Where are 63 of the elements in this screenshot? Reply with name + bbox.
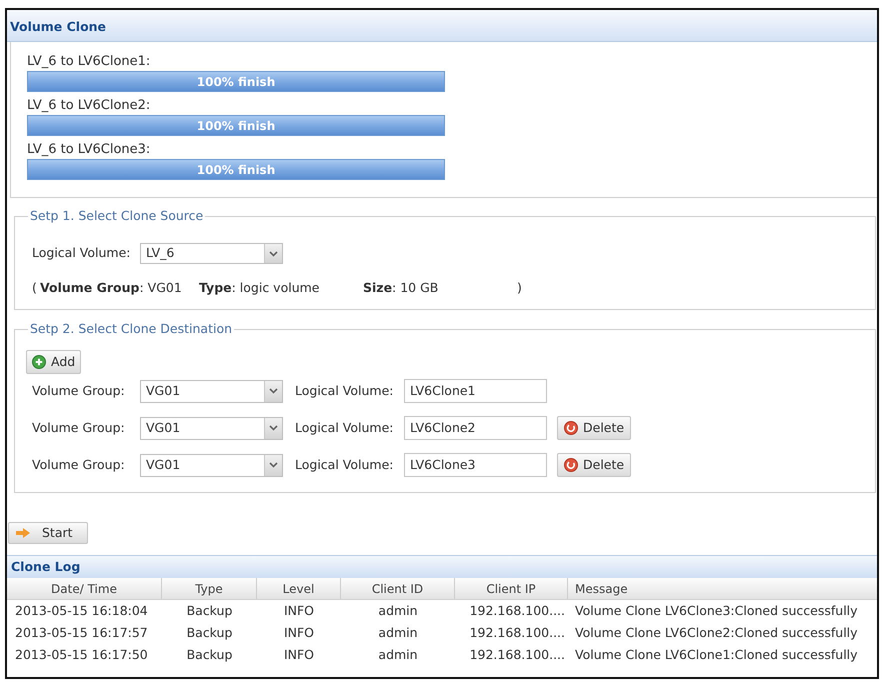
add-button[interactable]: Add [26,350,82,374]
arrow-right-icon [16,528,30,538]
table-cell-text: INFO [284,602,314,620]
field-label: Logical Volume: [295,456,394,474]
field-label: Logical Volume: [295,418,394,437]
field-label: Volume Group: [32,382,126,400]
delete-button[interactable]: Delete [557,416,632,440]
section-legend: Setp 1. Select Clone Source [28,208,206,224]
field-label: Logical Volume: [32,244,132,262]
column-header[interactable]: Client IP [486,580,536,598]
delete-button[interactable]: Delete [557,453,632,477]
chevron-down-icon [269,388,278,394]
chevron-down-icon [269,250,278,256]
column-header[interactable]: Message [575,580,628,598]
table-cell-text: admin [378,602,418,620]
info-text: Volume Group: VG01 [40,278,182,297]
progress-caption: LV_6 to LV6Clone3: [27,141,150,159]
column-header[interactable]: Type [195,580,223,598]
logical-volume-input[interactable]: LV6Clone2 [404,416,547,440]
log-title: Clone Log [11,558,80,576]
plus-circle-icon [32,355,46,369]
volume-group-select[interactable]: VG01 [140,380,283,402]
table-cell-text: Volume Clone LV6Clone1:Cloned successfully [575,646,858,664]
progress-label: 100% finish [196,162,276,178]
progress-label: 100% finish [196,74,276,90]
progress-caption: LV_6 to LV6Clone2: [27,97,150,115]
logical-volume-input[interactable]: LV6Clone1 [404,379,547,403]
field-label: Logical Volume: [295,382,394,400]
panel-title: Volume Clone [10,18,106,36]
table-cell-text: 2013-05-15 16:17:57 [15,624,148,642]
volume-group-select[interactable]: VG01 [140,454,283,476]
table-cell-text: Backup [186,624,232,642]
field-label: Volume Group: [32,418,126,437]
logical-volume-select[interactable]: LV_6 [140,243,283,264]
info-text: Size: 10 GB [363,278,438,297]
logical-volume-input[interactable]: LV6Clone3 [404,453,547,477]
table-cell-text: INFO [284,646,314,664]
table-cell-text: 192.168.100.... [470,624,565,642]
table-cell-text: Backup [186,602,232,620]
progress-label: 100% finish [196,118,276,134]
column-header[interactable]: Level [282,580,314,598]
table-cell-text: 192.168.100.... [470,602,565,620]
section-legend: Setp 2. Select Clone Destination [28,321,234,337]
table-cell-text: 192.168.100.... [470,646,565,664]
table-cell-text: 2013-05-15 16:17:50 [15,646,148,664]
column-header[interactable]: Date/ Time [51,580,117,598]
info-text: ) [517,278,522,297]
start-button[interactable]: Start [8,522,88,544]
volume-group-select[interactable]: VG01 [140,416,283,440]
field-label: Volume Group: [32,456,126,474]
table-cell-text: INFO [284,624,314,642]
info-text: ( [32,278,38,297]
chevron-down-icon [269,462,278,468]
column-header[interactable]: Client ID [372,580,424,598]
chevron-down-icon [269,425,278,431]
progress-caption: LV_6 to LV6Clone1: [27,53,150,71]
table-cell-text: admin [378,624,418,642]
table-cell-text: Volume Clone LV6Clone3:Cloned successfully [575,602,858,620]
table-cell-text: Backup [186,646,232,664]
info-text: Type: logic volume [199,278,320,297]
table-cell-text: 2013-05-15 16:18:04 [15,602,148,620]
table-cell-text: admin [378,646,418,664]
table-cell-text: Volume Clone LV6Clone2:Cloned successfully [575,624,858,642]
